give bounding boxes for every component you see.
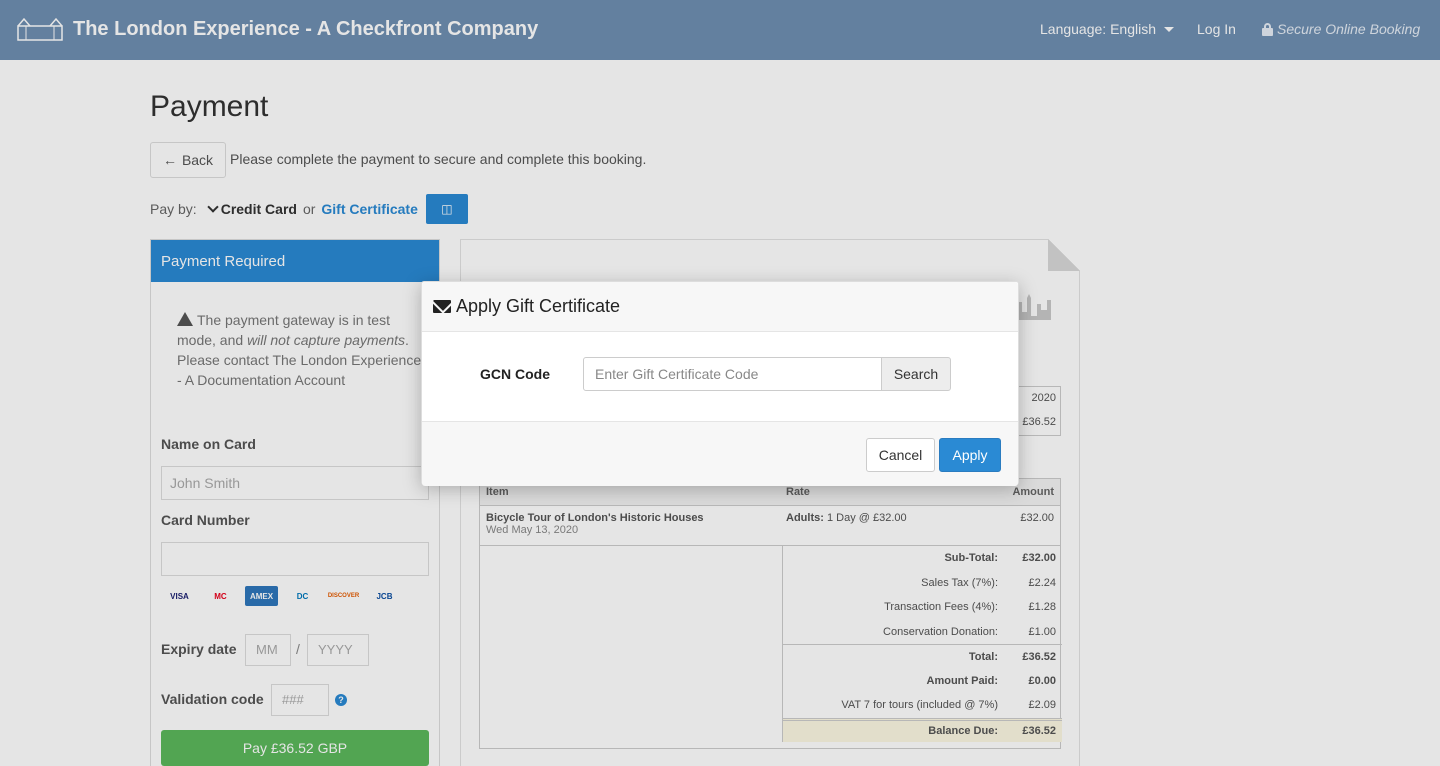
apply-button[interactable]: Apply bbox=[939, 438, 1001, 472]
modal-body: GCN Code Search bbox=[422, 332, 1018, 421]
gcn-code-input[interactable] bbox=[583, 357, 882, 391]
cancel-button[interactable]: Cancel bbox=[866, 438, 935, 472]
gift-certificate-modal: Apply Gift Certificate GCN Code Search C… bbox=[421, 281, 1019, 486]
envelope-icon bbox=[433, 300, 451, 313]
search-button[interactable]: Search bbox=[881, 357, 951, 391]
modal-footer: Cancel Apply bbox=[422, 421, 1018, 486]
modal-header: Apply Gift Certificate bbox=[422, 282, 1018, 332]
gcn-code-label: GCN Code bbox=[480, 366, 550, 382]
modal-title: Apply Gift Certificate bbox=[456, 296, 621, 316]
